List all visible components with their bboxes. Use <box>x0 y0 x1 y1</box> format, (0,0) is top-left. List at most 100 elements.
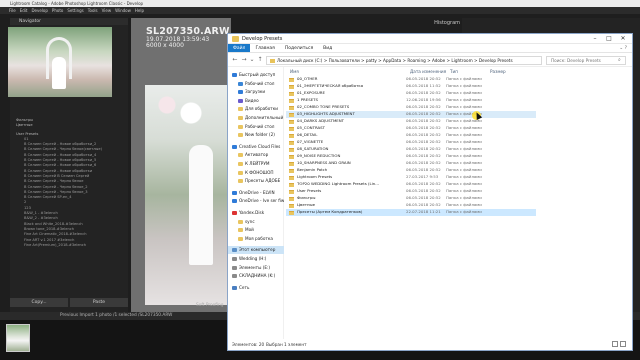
nav-item[interactable]: Видео <box>228 97 284 105</box>
minimize-icon[interactable]: – <box>588 34 602 44</box>
tab-home[interactable]: Главная <box>250 44 279 52</box>
column-name[interactable]: Имя <box>290 67 299 76</box>
preset-item[interactable]: Fine Art(Premium)_2018-#3elench <box>10 243 128 248</box>
nav-item[interactable]: Быстрый доступ <box>228 71 284 79</box>
tab-view[interactable]: Вид <box>318 44 337 52</box>
chevron-down-icon[interactable]: ⌄ ? <box>614 44 632 52</box>
tiles-view-icon[interactable] <box>620 341 626 347</box>
nav-item[interactable]: Моя работка <box>228 235 284 243</box>
file-type: Папка с файлами <box>446 146 482 151</box>
tab-file[interactable]: Файл <box>228 44 251 52</box>
up-arrow-icon[interactable]: ↑ <box>256 56 264 64</box>
folder-icon <box>289 189 294 194</box>
menu-photo[interactable]: Photo <box>52 7 63 14</box>
file-row[interactable]: Lightroom Presets 27.03.2017 9:53 Папка с … <box>286 174 536 181</box>
file-row[interactable]: 04_DARKS ADJUSTMENT 06.05.2018 20:52 Папка… <box>286 118 536 125</box>
file-type: Папка с файлами <box>446 160 482 165</box>
nav-item[interactable]: СКЛАДНИНА (K:) <box>228 272 284 280</box>
nav-item-label: Дополнительный (D:) <box>245 115 284 120</box>
file-date: 06.05.2018 20:52 <box>406 90 441 95</box>
tab-share[interactable]: Поделиться <box>280 44 318 52</box>
nav-item[interactable]: Creative Cloud Files <box>228 143 284 151</box>
file-name: 09_NOISE REDUCTION <box>297 153 341 158</box>
column-date-modified[interactable]: Дата изменения <box>410 67 446 76</box>
menu-edit[interactable]: Edit <box>20 7 28 14</box>
menu-settings[interactable]: Settings <box>67 7 83 14</box>
file-row[interactable]: User Presets 06.05.2018 20:52 Папка с файл… <box>286 188 536 195</box>
file-date: 22.07.2018 11:21 <box>406 209 441 214</box>
file-type: Папка с файлами <box>446 153 482 158</box>
file-row[interactable]: 08_SATURATION 06.05.2018 20:52 Папка с фай… <box>286 146 536 153</box>
nav-item[interactable]: К ФОНОШОП <box>228 169 284 177</box>
file-row[interactable]: Benjamin Patch 06.05.2018 20:52 Папка с фа… <box>286 167 536 174</box>
nav-item[interactable]: OneDrive - ELVIN <box>228 189 284 197</box>
file-row[interactable]: 09_NOISE REDUCTION 06.05.2018 20:52 Папка … <box>286 153 536 160</box>
navigator-preview-image[interactable] <box>8 27 112 97</box>
nav-item-label: Мой <box>245 227 254 233</box>
file-row[interactable]: TOP20 WEDDING Lightroom Presets (Lin... 0… <box>286 181 536 188</box>
nav-item[interactable]: New folder (2) <box>228 131 284 139</box>
details-view-icon[interactable] <box>612 341 618 347</box>
nav-item[interactable]: Мой <box>228 226 284 234</box>
nav-item[interactable]: sync <box>228 218 284 226</box>
address-bar[interactable]: Локальный диск (C:) > Пользователи > pat… <box>266 56 542 65</box>
column-type[interactable]: Тип <box>450 67 458 76</box>
preset-group-colored[interactable]: Цветные <box>10 123 128 128</box>
back-arrow-icon[interactable]: ← <box>231 56 239 64</box>
nav-item[interactable]: OneDrive - Ive ser fiw <box>228 197 284 205</box>
file-row[interactable]: 06_DETAIL 06.05.2018 20:52 Папка с файлами <box>286 132 536 139</box>
file-row[interactable]: Цветные 06.05.2018 20:52 Папка с файлами <box>286 202 536 209</box>
file-row[interactable]: 10_SHARPNESS AND GRAIN 06.05.2018 20:52 Па… <box>286 160 536 167</box>
filmstrip-thumbnail[interactable] <box>6 324 30 352</box>
nav-item[interactable]: Дополнительный (D:) <box>228 114 284 122</box>
copy-button[interactable]: Copy... <box>10 298 68 307</box>
file-row[interactable]: 01_EXPOSURE 06.05.2018 20:52 Папка с файла… <box>286 90 536 97</box>
close-icon[interactable]: ✕ <box>616 34 630 44</box>
search-icon[interactable]: ⌕ <box>618 57 624 63</box>
menu-tools[interactable]: Tools <box>88 7 98 14</box>
selection-count: Выбран 1 элемент <box>266 342 307 347</box>
nav-item[interactable]: Элементы (E:) <box>228 264 284 272</box>
file-row[interactable]: 05_CONTRAST 06.05.2018 20:52 Папка с файла… <box>286 125 536 132</box>
menu-file[interactable]: File <box>9 7 16 14</box>
folder-icon <box>289 77 294 82</box>
nav-item[interactable]: Активатор <box>228 151 284 159</box>
navigator-panel-header[interactable]: Navigator <box>10 18 128 25</box>
menu-window[interactable]: Window <box>115 7 131 14</box>
nav-item[interactable]: Сеть <box>228 284 284 292</box>
file-row[interactable]: Фильтры 06.05.2018 20:52 Папка с файлами <box>286 195 536 202</box>
lightroom-title-bar: Lightroom Catalog - Adobe Photoshop Ligh… <box>0 0 640 7</box>
maximize-icon[interactable]: □ <box>602 34 616 44</box>
file-row[interactable]: 07_VIGNETTE 06.05.2018 20:52 Папка с файла… <box>286 139 536 146</box>
column-size[interactable]: Размер <box>490 67 506 76</box>
file-row[interactable]: 1 PRESETS 12.06.2018 19:56 Папка с файлами <box>286 97 536 104</box>
nav-item[interactable]: Wedding (H:) <box>228 255 284 263</box>
nav-item[interactable]: Этот компьютер <box>228 246 284 255</box>
forward-arrow-icon[interactable]: → <box>240 56 248 64</box>
nav-item[interactable]: Загрузки <box>228 88 284 96</box>
nav-item-label: Элементы (E:) <box>239 264 271 270</box>
menu-view[interactable]: View <box>102 7 112 14</box>
nav-item[interactable]: Для обработки <box>228 105 284 113</box>
nav-item[interactable]: Рабочий стол <box>228 123 284 131</box>
nav-item[interactable]: Yandex.Disk <box>228 209 284 217</box>
histogram-panel-header[interactable]: Histogram <box>420 20 460 26</box>
search-input[interactable] <box>546 56 626 65</box>
drive-icon <box>232 257 237 261</box>
bride-dress-shape <box>189 145 213 265</box>
nav-item[interactable]: Пресеты АДОБЕ <box>228 177 284 185</box>
file-row[interactable]: 03_HIGHLIGHTS ADJUSTMENT 06.05.2018 20:52… <box>286 111 536 118</box>
nav-item[interactable]: Рабочий стол <box>228 80 284 88</box>
nav-item[interactable]: К ЛЕЙТРУМ <box>228 160 284 168</box>
file-row[interactable]: 02_COMBO TONE PRESETS 06.05.2018 20:52 Пап… <box>286 104 536 111</box>
main-photo[interactable] <box>145 85 231 305</box>
file-row[interactable]: 00_OTHER 06.05.2018 20:52 Папка с файлами <box>286 76 536 83</box>
menu-develop[interactable]: Develop <box>31 7 47 14</box>
file-row[interactable]: 01_ЭНЕРГЕТИЧЕСКАЯ обработка 06.05.2018 11… <box>286 83 536 90</box>
soft-proofing-label[interactable]: Soft Proofing <box>196 302 223 310</box>
recent-chevron-icon[interactable]: ⌄ <box>248 56 256 64</box>
file-row[interactable]: Пресеты (Артем Кондратенков) 22.07.2018 1… <box>286 209 536 216</box>
menu-help[interactable]: Help <box>135 7 144 14</box>
file-name: User Presets <box>297 188 322 193</box>
paste-button[interactable]: Paste <box>70 298 128 307</box>
